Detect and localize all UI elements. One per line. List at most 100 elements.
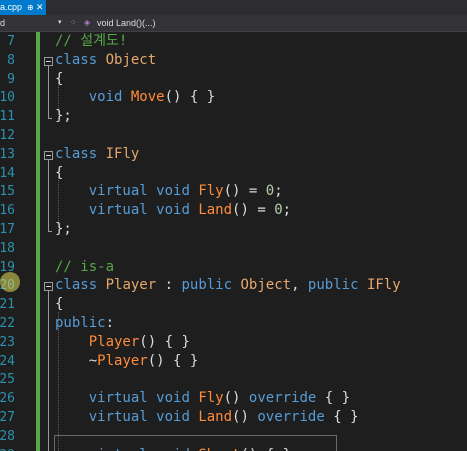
code-text: // 설계도! (55, 32, 127, 51)
code-line[interactable]: 29 virtual void Shoot() { } (0, 446, 467, 451)
code-line[interactable]: 14 { (0, 164, 467, 183)
line-number: 16 (0, 203, 15, 219)
code-token: () { } (147, 352, 199, 369)
code-line[interactable]: 28 (0, 427, 467, 446)
code-token: , (291, 277, 308, 294)
code-token: override (257, 409, 325, 425)
code-text: virtual void Fly() override { } (55, 389, 350, 408)
code-line[interactable]: 22 public: (0, 314, 467, 333)
code-line[interactable]: 25 (0, 370, 467, 389)
code-token: public (181, 277, 233, 294)
code-line[interactable]: 11}; (0, 107, 467, 126)
method-icon: ◈ (84, 18, 91, 27)
code-token: public (55, 315, 106, 331)
code-line[interactable]: 23 Player() { } (0, 333, 467, 352)
line-number: 9 (7, 71, 15, 87)
line-number: 24 (0, 353, 15, 369)
code-token: ~ (55, 352, 98, 369)
line-number: 27 (0, 410, 15, 425)
code-token: Move (130, 89, 165, 106)
code-line[interactable]: 20class Player : public Object, public I… (0, 276, 467, 295)
code-token: () { } (164, 89, 216, 106)
code-token: class (55, 277, 98, 294)
chevron-down-icon: ▾ (58, 19, 62, 26)
code-text: virtual void Fly() = 0; (55, 182, 283, 201)
code-line[interactable]: 17}; (0, 220, 467, 239)
code-token: virtual (88, 202, 148, 219)
code-text: virtual void Land() = 0; (55, 201, 291, 220)
code-line[interactable]: 18 (0, 239, 467, 258)
code-line[interactable]: 24 ~Player() { } (0, 352, 467, 371)
code-token: Player (88, 333, 140, 350)
code-line[interactable]: 15 virtual void Fly() = 0; (0, 182, 467, 201)
code-token: : (105, 315, 115, 331)
code-token: { } (324, 409, 359, 425)
code-text: class IFly (55, 145, 139, 164)
line-number: 29 (0, 446, 15, 451)
close-icon[interactable]: ✕ (36, 0, 44, 15)
line-number: 17 (0, 222, 15, 237)
code-token: () { } (139, 333, 190, 350)
code-line[interactable]: 16 virtual void Land() = 0; (0, 201, 467, 220)
code-text: }; (55, 220, 72, 239)
code-line[interactable]: 13 class IFly (0, 145, 467, 164)
line-number: 22 (0, 316, 15, 331)
code-text: class Player : public Object, public IFl… (55, 276, 401, 295)
code-line[interactable]: 7 // 설계도! (0, 32, 467, 51)
code-token: void (88, 89, 123, 106)
code-text: virtual void Land() override { } (55, 408, 359, 427)
code-editor[interactable]: 7// 설계도! 8 class Object 9{10 void Move() { … (0, 32, 467, 451)
code-line[interactable]: 12 (0, 126, 467, 145)
line-number: 14 (0, 165, 15, 181)
code-token: Shoot (198, 447, 240, 451)
line-number: 8 (7, 52, 15, 68)
member-dropdown[interactable]: ◈ void Land()(...) (80, 15, 280, 31)
code-token: Object (240, 277, 292, 294)
code-token: () = (223, 183, 266, 200)
code-token: class (55, 145, 98, 162)
code-token: void (156, 409, 190, 425)
code-token: virtual (88, 409, 148, 425)
line-number: 26 (0, 391, 15, 407)
code-text: Player() { } (55, 333, 190, 352)
code-line[interactable]: 27 virtual void Land() override { } (0, 408, 467, 427)
code-token: Land (198, 409, 233, 425)
code-line[interactable]: 21 { (0, 295, 467, 314)
code-token: public (307, 277, 359, 294)
file-tab[interactable]: a.cpp ⊕ ✕ (0, 0, 46, 15)
code-token: () (223, 390, 249, 407)
code-line[interactable]: 8 class Object (0, 51, 467, 70)
line-number: 28 (0, 428, 15, 444)
scope-dropdown[interactable]: d ▾ ⁘ (0, 15, 78, 31)
code-token: IFly (366, 277, 401, 294)
code-token: { (55, 164, 64, 181)
file-tab-label: a.cpp (0, 2, 23, 12)
code-token: override (248, 390, 317, 407)
code-token: // is-a (55, 258, 115, 275)
code-text: { (55, 295, 63, 314)
code-token: void (156, 447, 190, 451)
code-line[interactable]: 10 void Move() { } (0, 88, 467, 107)
code-token: Land (198, 202, 233, 219)
line-number: 10 (0, 90, 15, 106)
line-number: 12 (0, 128, 15, 143)
pin-icon[interactable]: ⊕ (27, 0, 34, 15)
line-number: 11 (0, 109, 15, 125)
code-line[interactable]: 26 virtual void Fly() override { } (0, 389, 467, 408)
code-token: { (55, 70, 64, 87)
code-token: virtual (88, 183, 148, 200)
tab-bar: a.cpp ⊕ ✕ (0, 0, 467, 15)
code-line[interactable]: 19// is-a (0, 258, 467, 277)
code-token: ; (274, 183, 283, 200)
code-line[interactable]: 9{ (0, 70, 467, 89)
code-token: Player (97, 352, 148, 369)
code-text: { (55, 70, 63, 89)
code-token: () = (232, 202, 275, 219)
